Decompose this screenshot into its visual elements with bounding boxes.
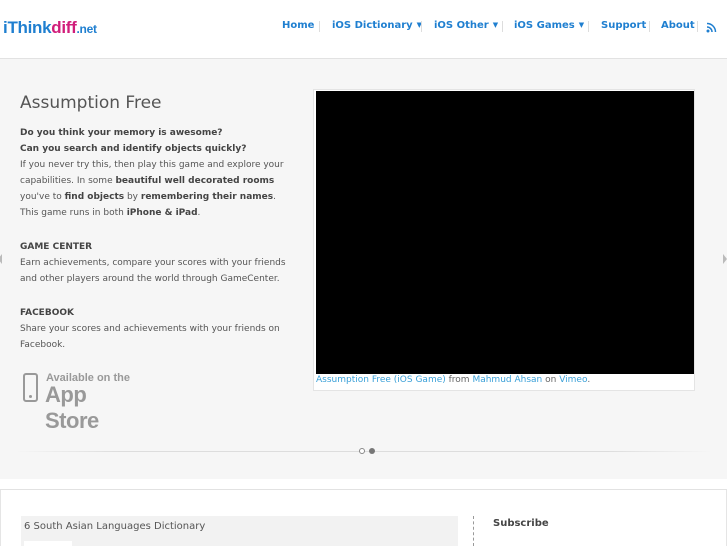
column-divider	[473, 516, 474, 546]
video-author-link[interactable]: Mahmud Ahsan	[472, 375, 542, 385]
nav-ios-dictionary-label: iOS Dictionary	[332, 20, 413, 31]
site-logo[interactable]: iThinkdiff.net	[3, 18, 97, 38]
post-card[interactable]: 6 South Asian Languages Dictionary	[21, 516, 458, 546]
caption-text: on	[542, 375, 560, 385]
nav-divider	[502, 21, 503, 32]
subscribe-heading: Subscribe	[493, 518, 549, 529]
rss-icon[interactable]	[706, 22, 717, 33]
slider-dot-1[interactable]	[359, 448, 365, 454]
text-run-bold: iPhone & iPad	[126, 208, 198, 218]
featured-slider: Assumption Free Do you think your memory…	[0, 59, 727, 479]
nav-ios-dictionary[interactable]: iOS Dictionary ▼	[332, 20, 422, 31]
nav-divider	[697, 21, 698, 32]
caption-text: from	[445, 375, 473, 385]
facebook-heading: FACEBOOK	[20, 308, 74, 318]
slide-description: Do you think your memory is awesome? Can…	[20, 125, 290, 353]
slider-prev-arrow-icon[interactable]	[0, 254, 2, 264]
video-title-link[interactable]: Assumption Free (iOS Game)	[316, 375, 446, 385]
content-area: 6 South Asian Languages Dictionary Subsc…	[0, 489, 727, 546]
nav-divider	[649, 21, 650, 32]
caption-text: .	[587, 375, 591, 385]
post-title[interactable]: 6 South Asian Languages Dictionary	[24, 521, 205, 532]
logo-part-net: .net	[76, 22, 97, 36]
nav-divider	[588, 21, 589, 32]
app-store-badge[interactable]: Available on the App Store	[20, 371, 145, 433]
text-run: you've to	[20, 192, 65, 202]
nav-about-label: About	[661, 20, 695, 31]
iphone-icon	[23, 373, 38, 402]
nav-ios-games[interactable]: iOS Games ▼	[514, 20, 584, 31]
slide-title: Assumption Free	[20, 93, 162, 113]
nav-ios-other[interactable]: iOS Other ▼	[434, 20, 498, 31]
content-box: 6 South Asian Languages Dictionary Subsc…	[0, 490, 727, 546]
video-caption: Assumption Free (iOS Game) from Mahmud A…	[316, 375, 590, 385]
nav-divider	[421, 21, 422, 32]
chevron-down-icon: ▼	[578, 21, 585, 29]
chevron-down-icon: ▼	[492, 21, 499, 29]
slider-dot-2[interactable]	[369, 448, 375, 454]
nav-home-label: Home	[282, 20, 315, 31]
nav-divider	[319, 21, 320, 32]
site-header: iThinkdiff.net Home iOS Dictionary ▼ iOS …	[0, 0, 727, 59]
logo-part-diff: diff	[51, 18, 77, 37]
slider-next-arrow-icon[interactable]	[723, 254, 727, 264]
logo-part-think: Think	[7, 18, 52, 37]
app-store-line2: App Store	[45, 382, 99, 433]
game-center-heading: GAME CENTER	[20, 242, 93, 252]
video-player[interactable]	[316, 91, 694, 374]
nav-ios-games-label: iOS Games	[514, 20, 575, 31]
slide-paragraph: If you never try this, then play this ga…	[20, 157, 290, 221]
text-run: by	[124, 192, 141, 202]
slide-question-1: Do you think your memory is awesome?	[20, 128, 223, 138]
nav-about[interactable]: About	[661, 20, 695, 31]
vimeo-link[interactable]: Vimeo	[559, 375, 587, 385]
post-tab	[24, 541, 72, 546]
nav-home[interactable]: Home	[282, 20, 314, 31]
text-run-bold: remembering their names	[140, 192, 274, 202]
game-center-text: Earn achievements, compare your scores w…	[20, 258, 286, 284]
text-run-bold: beautiful well decorated rooms	[115, 176, 275, 186]
text-run-bold: find objects	[64, 192, 125, 202]
slide-question-2: Can you search and identify objects quic…	[20, 144, 247, 154]
nav-ios-other-label: iOS Other	[434, 20, 489, 31]
nav-support-label: Support	[601, 20, 647, 31]
text-run: .	[197, 208, 201, 218]
facebook-text: Share your scores and achievements with …	[20, 324, 280, 350]
nav-support[interactable]: Support	[601, 20, 646, 31]
